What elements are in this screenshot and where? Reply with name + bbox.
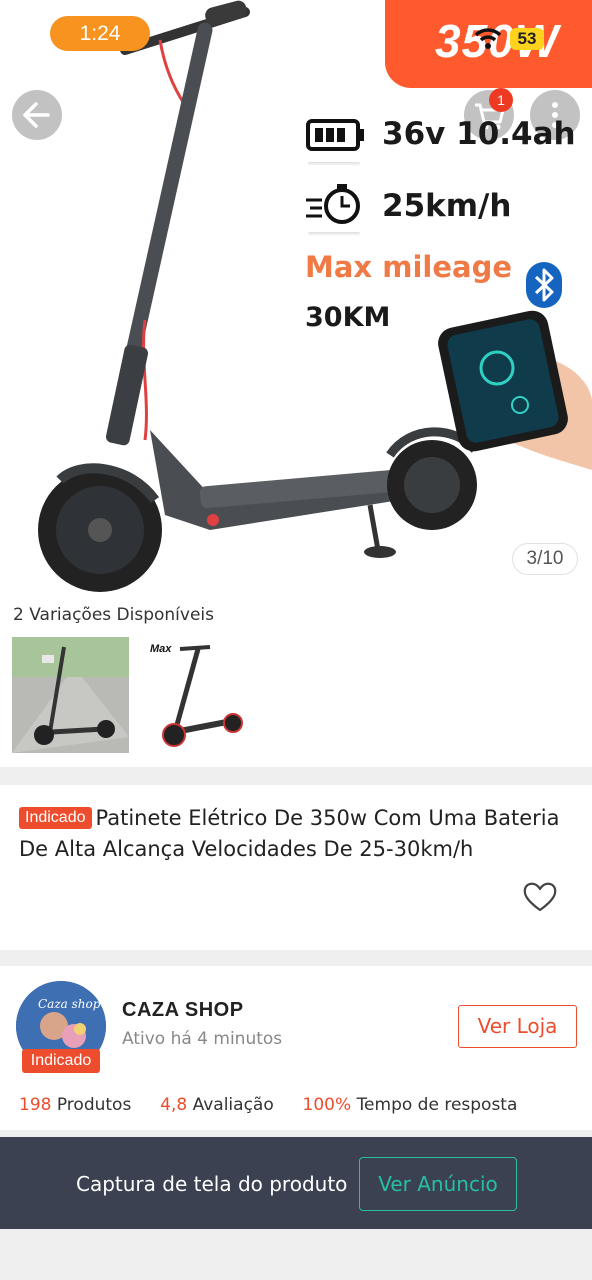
arrow-left-icon <box>23 102 50 128</box>
visit-shop-button[interactable]: Ver Loja <box>458 1005 577 1048</box>
product-image-carousel[interactable]: 350W 1:24 53 1 36v 10.4ah 25km/h Max mil… <box>0 0 592 597</box>
image-counter: 3/10 <box>512 543 578 575</box>
shop-active-status: Ativo há 4 minutos <box>122 1029 283 1049</box>
spec-battery: 36v 10.4ah <box>382 116 576 152</box>
shop-avatar-text: Caza shop <box>38 997 101 1011</box>
heart-icon[interactable] <box>522 880 558 914</box>
stopwatch-icon <box>306 184 360 224</box>
product-title-section: Indicado Patinete Elétrico De 350w Com Um… <box>0 785 592 950</box>
rating-label: Avaliação <box>192 1095 274 1115</box>
battery-icon <box>306 119 364 151</box>
shop-name: CAZA SHOP <box>122 999 244 1021</box>
stopwatch-icon-shadow <box>308 232 360 236</box>
variation-thumbnail[interactable] <box>12 637 129 753</box>
scooter-street-image <box>12 637 129 753</box>
spec-mileage-value: 30KM <box>305 302 391 333</box>
product-title-text: Patinete Elétrico De 350w Com Uma Bateri… <box>19 806 560 861</box>
indicado-tag: Indicado <box>19 807 92 829</box>
bluetooth-icon <box>526 262 562 308</box>
products-label: Produtos <box>56 1095 132 1115</box>
bottom-bar: Captura de tela do produto Ver Anúncio <box>0 1137 592 1229</box>
variations-title: 2 Variações Disponíveis <box>13 605 215 625</box>
rating-value: 4,8 <box>160 1095 188 1115</box>
status-time: 1:24 <box>50 16 150 51</box>
back-button[interactable] <box>12 90 62 140</box>
response-label: Tempo de resposta <box>356 1095 518 1115</box>
shop-section: Caza shop Indicado CAZA SHOP Ativo há 4 … <box>0 966 592 1130</box>
shop-stats: 198 Produtos 4,8 Avaliação 100% Tempo de… <box>19 1095 517 1115</box>
spec-speed: 25km/h <box>382 188 512 224</box>
variation-tag: Max <box>150 643 172 655</box>
bottom-bar-label: Captura de tela do produto <box>76 1172 348 1196</box>
shop-indicado-badge: Indicado <box>22 1049 100 1073</box>
variation-thumbnail[interactable]: Max <box>140 637 257 753</box>
response-rate: 100% <box>302 1095 352 1115</box>
view-ad-button[interactable]: Ver Anúncio <box>359 1157 517 1211</box>
battery-icon-shadow <box>308 162 360 166</box>
product-title: Indicado Patinete Elétrico De 350w Com Um… <box>19 803 567 865</box>
status-icons: 53 <box>474 26 574 52</box>
wifi-icon <box>474 28 502 49</box>
battery-indicator: 53 <box>510 28 544 50</box>
spec-mileage-label: Max mileage <box>305 250 512 284</box>
products-count: 198 <box>19 1095 52 1115</box>
cart-badge: 1 <box>489 88 513 112</box>
variations-section: 2 Variações Disponíveis Max <box>0 597 592 767</box>
